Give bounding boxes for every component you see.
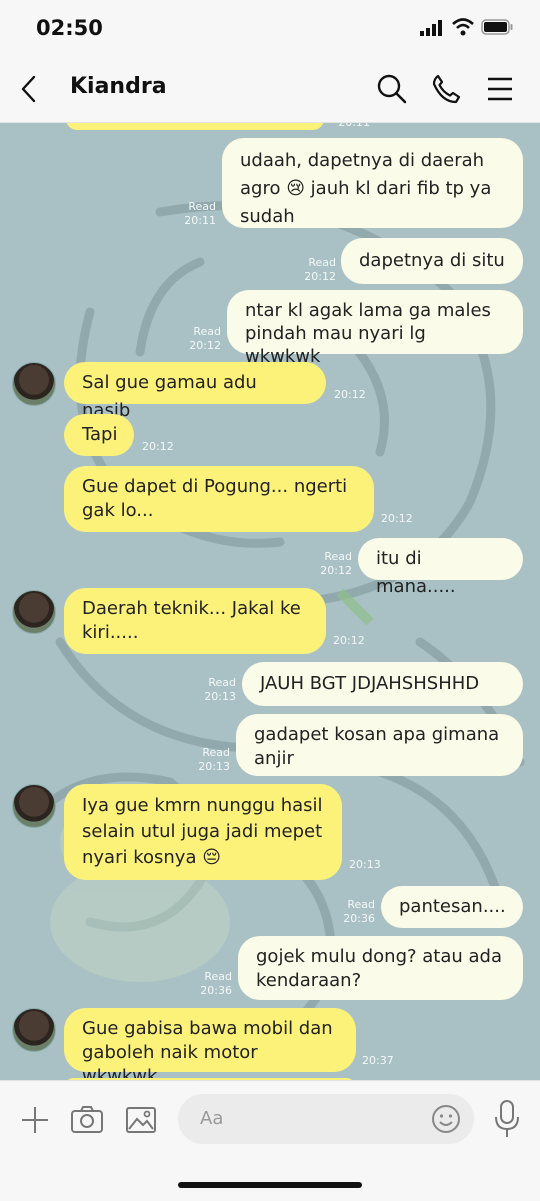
- message-bubble: udaah, dapetnya di daerah agro 😢 jauh kl…: [222, 138, 523, 228]
- chat-title: Kiandra: [70, 74, 167, 99]
- message-time: 20:13: [349, 858, 381, 871]
- chat-header: Kiandra: [0, 56, 540, 123]
- emoji-icon[interactable]: [430, 1103, 462, 1135]
- message-time: 20:12: [334, 388, 366, 401]
- menu-icon[interactable]: [484, 73, 516, 105]
- message-bubble: dapetnya di situ: [341, 238, 523, 284]
- avatar[interactable]: [12, 590, 56, 634]
- signal-icon: [420, 20, 442, 36]
- message-input-placeholder: Aa: [200, 1108, 224, 1129]
- microphone-icon[interactable]: [492, 1099, 522, 1139]
- message-input[interactable]: Aa: [178, 1094, 474, 1144]
- message-meta: Read 20:36: [343, 898, 375, 925]
- avatar[interactable]: [12, 1008, 56, 1052]
- message-bubble: pantesan....: [381, 886, 523, 928]
- battery-icon: [481, 19, 513, 35]
- search-icon[interactable]: [376, 73, 408, 105]
- message-meta: Read 20:13: [204, 676, 236, 703]
- message-meta: Read 20:36: [200, 970, 232, 997]
- back-button[interactable]: [18, 74, 40, 104]
- message-bubble: Iya gue kmrn nunggu hasil selain utul ju…: [64, 784, 342, 880]
- camera-icon[interactable]: [70, 1103, 104, 1137]
- message-time: 20:37: [362, 1054, 394, 1067]
- message-bubble: Sal gue gamau adu nasib: [64, 362, 326, 421]
- message-bubble: Daerah teknik... Jakal ke kiri.....: [64, 588, 326, 654]
- plus-icon[interactable]: [18, 1103, 52, 1137]
- timestamp-partial: 20:11: [338, 122, 370, 129]
- message-meta: Read 20:12: [304, 256, 336, 283]
- home-indicator: [178, 1182, 362, 1188]
- message-bubble: JAUH BGT JDJAHSHSHHD: [242, 662, 523, 706]
- status-bar: 02:50: [0, 0, 540, 56]
- message-bubble: Gue dapet di Pogung... ngerti gak lo...: [64, 466, 374, 532]
- message-bubble: itu di mana.....: [358, 538, 523, 597]
- message-bubble-partial: [66, 122, 324, 130]
- phone-icon[interactable]: [430, 73, 462, 105]
- message-bubble: gojek mulu dong? atau ada kendaraan?: [238, 936, 523, 1000]
- message-bubble: ntar kl agak lama ga males pindah mau ny…: [227, 290, 523, 367]
- status-time: 02:50: [36, 16, 103, 40]
- message-bubble: Gue gabisa bawa mobil dan gaboleh naik m…: [64, 1008, 356, 1080]
- message-meta: Read 20:12: [320, 550, 352, 577]
- message-bubble: gadapet kosan apa gimana anjir: [236, 714, 523, 776]
- message-time: 20:12: [381, 512, 413, 525]
- avatar[interactable]: [12, 784, 56, 828]
- message-bubble: Tapi: [64, 414, 134, 456]
- message-meta: Read 20:12: [189, 325, 221, 352]
- chat-area[interactable]: 20:11 udaah, dapetnya di daerah agro 😢 j…: [0, 122, 540, 1080]
- message-time: 20:12: [333, 634, 365, 647]
- wifi-icon: [452, 18, 474, 36]
- avatar[interactable]: [12, 362, 56, 406]
- message-time: 20:12: [142, 440, 174, 453]
- message-meta: Read 20:13: [198, 746, 230, 773]
- message-meta: Read 20:11: [184, 200, 216, 227]
- image-icon[interactable]: [124, 1103, 158, 1137]
